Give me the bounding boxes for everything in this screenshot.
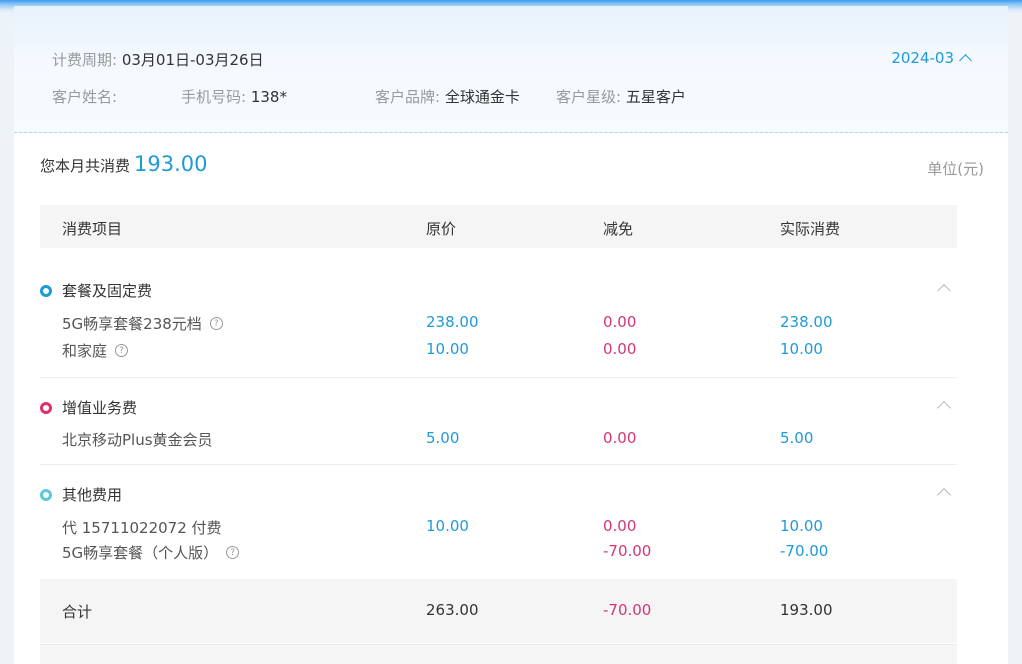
section-divider	[40, 464, 957, 465]
month-selector[interactable]: 2024-03	[891, 49, 972, 67]
section-title-text: 其他费用	[62, 486, 123, 504]
phone-value: 138*	[250, 88, 287, 106]
item-original: 10.00	[426, 517, 469, 535]
monthly-total: 您本月共消费 193.00	[40, 152, 208, 176]
customer-brand: 客户品牌: 全球通金卡	[375, 86, 520, 107]
item-name-text: 5G畅享套餐（个人版）	[62, 544, 219, 562]
bill-card: 计费周期: 03月01日-03月26日 2024-03 客户姓名: 手机号码: …	[14, 6, 1008, 664]
item-actual: -70.00	[780, 542, 829, 560]
help-circle-icon[interactable]: ?	[115, 344, 129, 357]
item-name-text: 和家庭	[62, 342, 108, 360]
col-item: 消费项目	[62, 220, 123, 238]
item-name: 和家庭 ?	[62, 340, 129, 361]
total-discount: -70.00	[603, 601, 652, 619]
item-original: 5.00	[426, 429, 460, 447]
table-row: 代 15711022072 付费 10.00 0.00 10.00	[40, 517, 957, 539]
item-discount: 0.00	[603, 313, 637, 331]
billing-period-value: 03月01日-03月26日	[121, 51, 264, 69]
customer-name: 客户姓名:	[52, 86, 117, 107]
currency-unit: 单位(元)	[927, 160, 984, 178]
brand-label: 客户品牌:	[375, 88, 441, 106]
brand-value: 全球通金卡	[444, 88, 520, 106]
item-original: 10.00	[426, 340, 469, 358]
star-value: 五星客户	[625, 88, 686, 106]
phone-number: 手机号码: 138*	[181, 86, 287, 107]
total-label: 合计	[62, 603, 93, 621]
customer-name-label: 客户姓名:	[52, 88, 118, 106]
item-name-text: 5G畅享套餐238元档	[62, 315, 202, 333]
item-actual: 238.00	[780, 313, 833, 331]
monthly-total-label: 您本月共消费	[40, 157, 131, 175]
section-title[interactable]: 套餐及固定费	[40, 280, 152, 301]
billing-period: 计费周期: 03月01日-03月26日	[52, 49, 264, 70]
item-name: 代 15711022072 付费	[62, 517, 222, 538]
col-original: 原价	[426, 220, 457, 238]
help-circle-icon[interactable]: ?	[226, 546, 240, 559]
table-row: 北京移动Plus黄金会员 5.00 0.00 5.00	[40, 429, 957, 451]
chevron-up-icon	[959, 54, 972, 67]
table-footer-row	[40, 644, 957, 664]
section-title-text: 套餐及固定费	[62, 282, 153, 300]
section-title[interactable]: 其他费用	[40, 484, 122, 505]
billing-period-label: 计费周期:	[52, 51, 118, 69]
item-name-text: 北京移动Plus黄金会员	[62, 431, 213, 449]
section-dot-icon	[40, 401, 52, 414]
section-dot-icon	[40, 488, 52, 501]
star-label: 客户星级:	[556, 88, 622, 106]
item-actual: 10.00	[780, 340, 823, 358]
customer-star: 客户星级: 五星客户	[556, 86, 686, 107]
item-discount: -70.00	[603, 542, 652, 560]
item-discount: 0.00	[603, 517, 637, 535]
table-row: 和家庭 ? 10.00 0.00 10.00	[40, 340, 957, 362]
section-dot-icon	[40, 284, 52, 297]
bill-header: 计费周期: 03月01日-03月26日 2024-03 客户姓名: 手机号码: …	[14, 6, 1008, 133]
total-row: 合计 263.00 -70.00 193.00	[40, 579, 957, 643]
item-actual: 10.00	[780, 517, 823, 535]
table-header: 消费项目 原价 减免 实际消费	[40, 205, 957, 248]
help-circle-icon[interactable]: ?	[209, 317, 223, 330]
col-discount: 减免	[603, 220, 634, 238]
item-name: 5G畅享套餐（个人版） ?	[62, 542, 240, 563]
total-actual: 193.00	[780, 601, 833, 619]
month-value: 2024-03	[891, 49, 954, 67]
item-discount: 0.00	[603, 429, 637, 447]
item-name: 北京移动Plus黄金会员	[62, 429, 213, 450]
monthly-total-amount: 193.00	[134, 152, 208, 176]
section-title-text: 增值业务费	[62, 399, 138, 417]
col-actual: 实际消费	[780, 220, 841, 238]
table-row: 5G畅享套餐238元档 ? 238.00 0.00 238.00	[40, 313, 957, 335]
item-actual: 5.00	[780, 429, 814, 447]
item-original: 238.00	[426, 313, 479, 331]
item-discount: 0.00	[603, 340, 637, 358]
phone-label: 手机号码:	[181, 88, 247, 106]
table-row: 5G畅享套餐（个人版） ? -70.00 -70.00	[40, 542, 957, 564]
item-name: 5G畅享套餐238元档 ?	[62, 313, 223, 334]
section-title[interactable]: 增值业务费	[40, 397, 137, 418]
total-original: 263.00	[426, 601, 479, 619]
item-name-text: 代 15711022072 付费	[62, 519, 222, 537]
section-divider	[40, 377, 957, 378]
